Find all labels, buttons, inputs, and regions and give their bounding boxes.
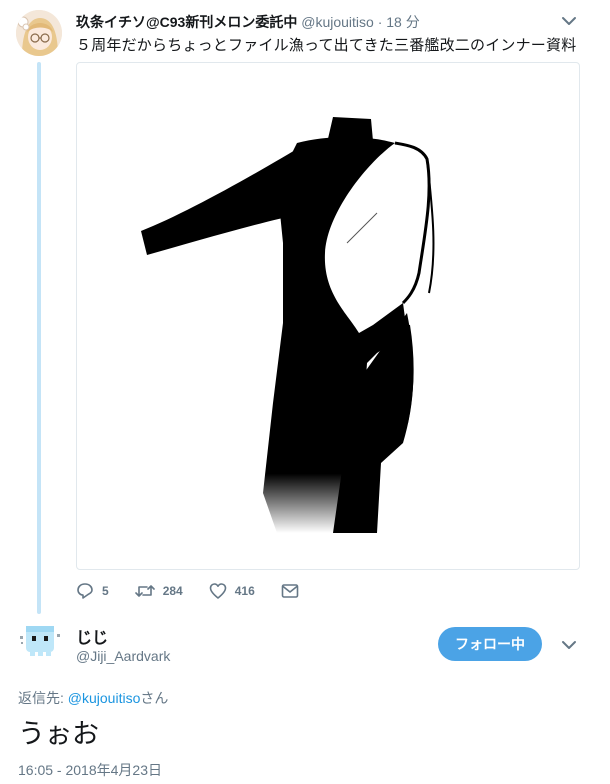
reply-author-handle[interactable]: @Jiji_Aardvark <box>76 648 170 664</box>
tweet-header: 玖条イチソ@C93新刊メロン委託中 @kujouitiso · 18 分 <box>76 12 420 32</box>
envelope-icon <box>281 584 299 598</box>
pixel-ghost-avatar <box>20 626 60 656</box>
replying-mention-link[interactable]: @kujouitiso <box>68 690 141 706</box>
author-name[interactable]: 玖条イチソ@C93新刊メロン委託中 <box>76 14 297 30</box>
following-button[interactable]: フォロー中 <box>438 627 542 661</box>
tweet-actions: 5 284 416 <box>76 580 333 602</box>
like-count: 416 <box>234 584 255 598</box>
replying-suffix: さん <box>140 690 169 706</box>
reply-text: うぉお <box>18 719 99 749</box>
like-action[interactable]: 416 <box>209 582 255 600</box>
retweet-action[interactable]: 284 <box>134 582 183 600</box>
chevron-down-icon[interactable] <box>560 636 578 654</box>
chevron-down-icon[interactable] <box>560 12 578 30</box>
reply-action[interactable]: 5 <box>76 582 109 600</box>
tweet-time[interactable]: 18 分 <box>386 14 419 30</box>
reply-timestamp[interactable]: 16:05 - 2018年4月23日 <box>18 760 162 780</box>
author-handle[interactable]: @kujouitiso <box>301 14 374 30</box>
reply-author-avatar[interactable] <box>18 622 62 658</box>
thread-connector-line <box>37 62 41 614</box>
reply-author-name[interactable]: じじ <box>76 624 108 648</box>
reply-icon <box>77 583 93 599</box>
heart-icon <box>209 583 227 599</box>
replying-to: 返信先: @kujouitisoさん <box>18 688 168 708</box>
tweet-media[interactable] <box>76 62 580 570</box>
header-separator: · <box>377 14 383 30</box>
direct-message-action[interactable] <box>281 583 307 599</box>
retweet-count: 284 <box>162 584 183 598</box>
tweet-image <box>141 117 435 533</box>
author-avatar[interactable] <box>16 10 62 56</box>
reply-count: 5 <box>102 584 109 598</box>
avatar-illustration <box>16 10 62 56</box>
tweet-text: ５周年だからちょっとファイル漁って出てきた三番艦改二のインナー資料 <box>76 37 577 54</box>
retweet-icon <box>134 585 155 597</box>
replying-prefix: 返信先: <box>18 690 68 706</box>
